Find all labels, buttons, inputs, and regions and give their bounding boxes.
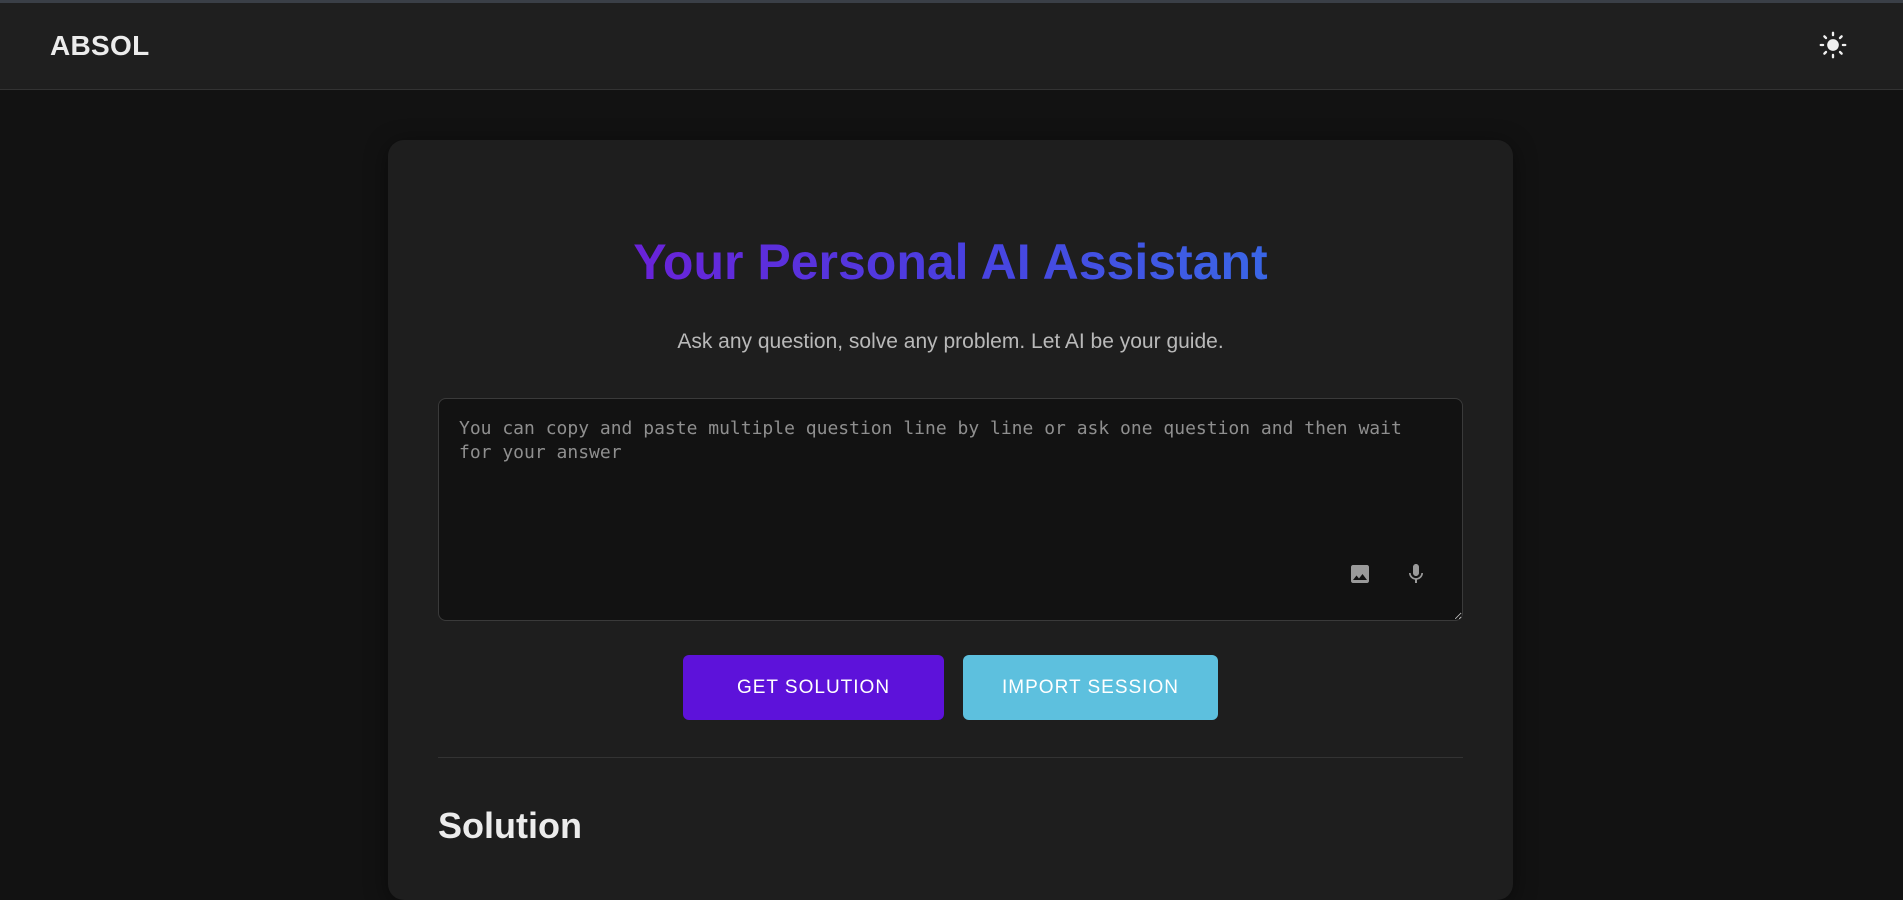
- assistant-card: Your Personal AI Assistant Ask any quest…: [388, 140, 1513, 900]
- microphone-icon: [1404, 562, 1428, 589]
- brand-logo[interactable]: ABSOL: [50, 30, 150, 62]
- navbar: ABSOL: [0, 3, 1903, 90]
- divider: [438, 757, 1463, 758]
- page-subtitle: Ask any question, solve any problem. Let…: [677, 330, 1224, 353]
- sun-icon: [1819, 31, 1847, 62]
- import-session-button[interactable]: IMPORT SESSION: [963, 655, 1218, 720]
- theme-toggle-button[interactable]: [1811, 24, 1855, 68]
- get-solution-button[interactable]: GET SOLUTION: [683, 655, 944, 720]
- page-title: Your Personal AI Assistant: [633, 234, 1268, 290]
- question-input-container: [438, 398, 1463, 621]
- voice-input-button[interactable]: [1398, 557, 1434, 593]
- question-input[interactable]: [439, 399, 1462, 620]
- upload-image-button[interactable]: [1342, 557, 1378, 593]
- solution-heading: Solution: [438, 805, 582, 846]
- image-icon: [1348, 562, 1372, 589]
